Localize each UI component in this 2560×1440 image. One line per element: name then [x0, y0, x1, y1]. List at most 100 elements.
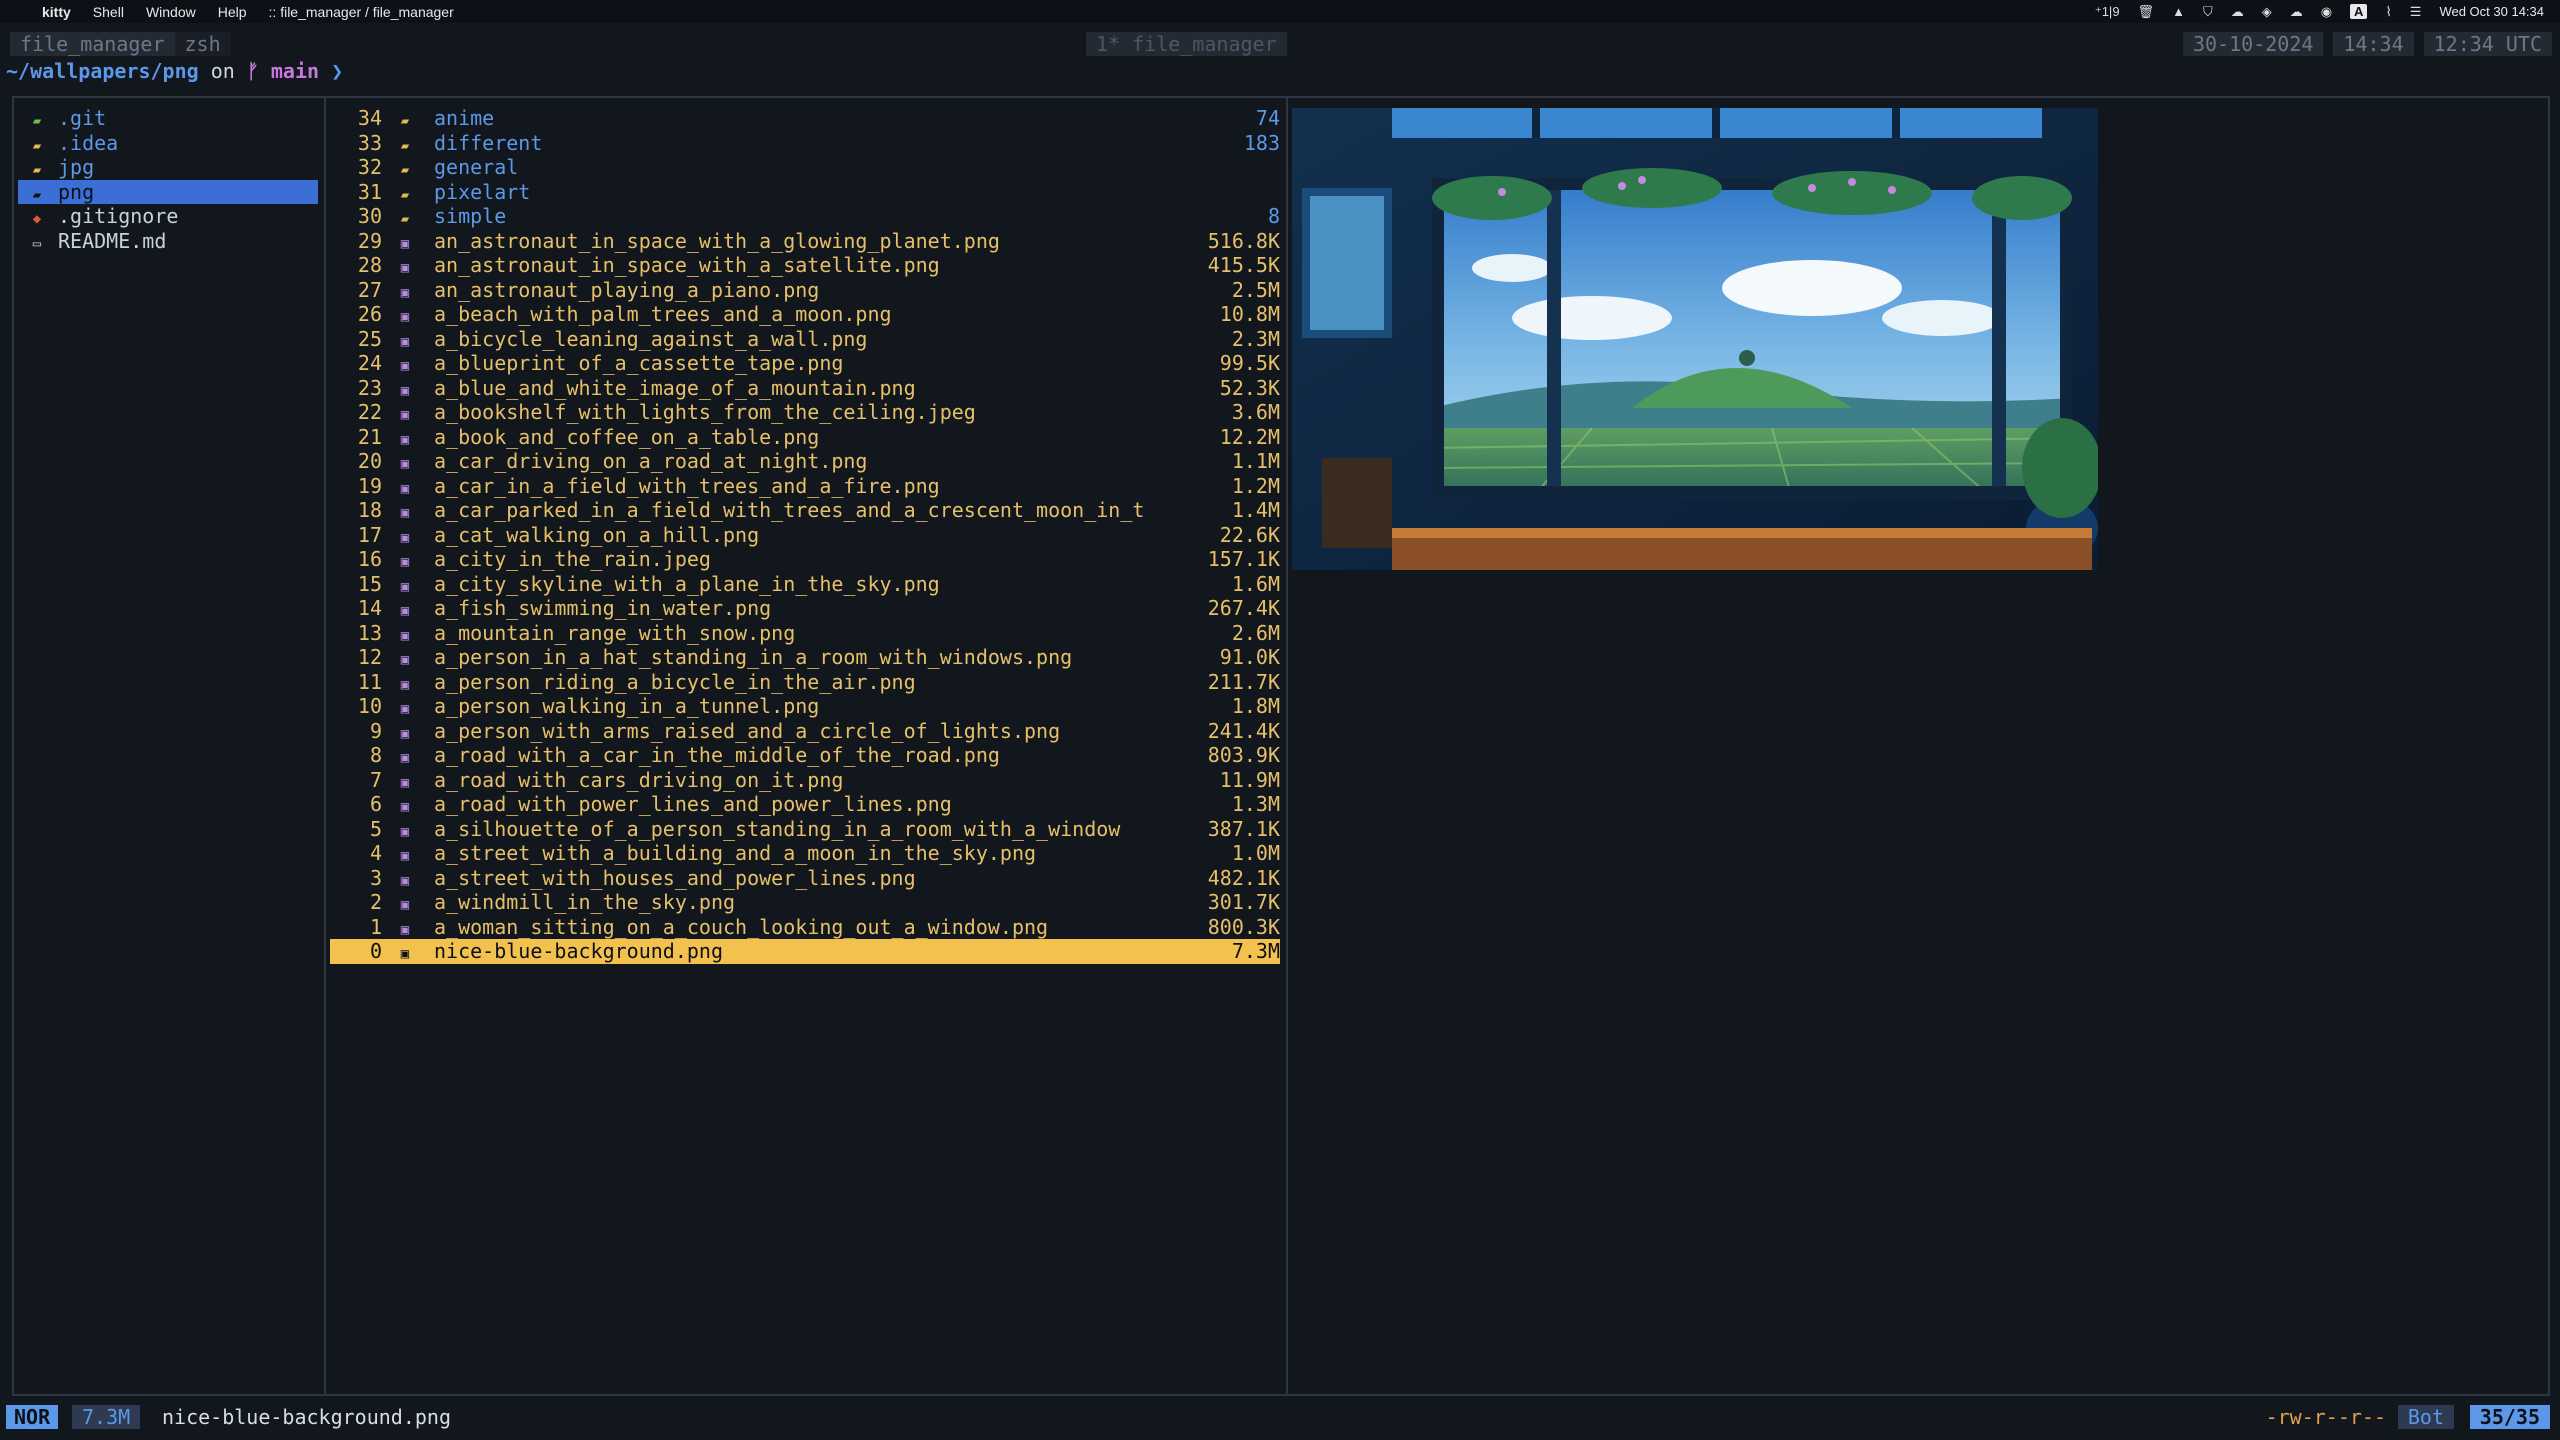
folder-icon: ▰ [400, 211, 410, 227]
file-entry[interactable]: 28 ▣ an_astronaut_in_space_with_a_satellit… [330, 253, 1280, 278]
file-entry[interactable]: 14 ▣ a_fish_swimming_in_water.png 267.4K [330, 596, 1280, 621]
entry-size: 10.8M [1215, 302, 1280, 327]
file-entry[interactable]: 4 ▣ a_street_with_a_building_and_a_moon_in… [330, 841, 1280, 866]
file-entry[interactable]: 22 ▣ a_bookshelf_with_lights_from_the_ceil… [330, 400, 1280, 425]
cloud-icon[interactable]: ☁ [2231, 4, 2244, 20]
workspace-indicator[interactable]: ⁺1|9 [2095, 4, 2120, 20]
folder-icon: ▰ [400, 162, 410, 178]
wifi-off-icon[interactable]: ⌇ [2385, 4, 2391, 20]
entry-size: 2.5M [1227, 277, 1280, 302]
entry-name: a_city_in_the_rain.jpeg [434, 547, 711, 571]
file-entry[interactable]: 11 ▣ a_person_riding_a_bicycle_in_the_air.… [330, 669, 1280, 694]
file-entry[interactable]: 26 ▣ a_beach_with_palm_trees_and_a_moon.pn… [330, 302, 1280, 327]
image-file-icon: ▣ [400, 823, 410, 840]
parent-list-item-label: jpg [58, 155, 95, 179]
file-entry[interactable]: 1 ▣ a_woman_sitting_on_a_couch_looking_out… [330, 914, 1280, 939]
menu-shell[interactable]: Shell [93, 4, 124, 20]
record-icon[interactable]: ◉ [2321, 4, 2332, 20]
parent-list-item[interactable]: ◆ .gitignore [18, 204, 318, 229]
file-entry[interactable]: 18 ▣ a_car_parked_in_a_field_with_trees_an… [330, 498, 1280, 523]
entry-size: 91.0K [1215, 645, 1280, 670]
input-source-icon[interactable]: A [2350, 4, 2368, 19]
parent-list-item[interactable]: ▰ .idea [18, 131, 318, 156]
image-file-icon: ▣ [400, 676, 410, 693]
line-number: 12 [357, 645, 382, 669]
parent-list-item[interactable]: ▰ jpg [18, 155, 318, 180]
parent-list-item-label: .gitignore [58, 204, 179, 228]
line-number: 30 [357, 204, 382, 228]
directory-entry[interactable]: 31 ▰ pixelart [330, 180, 1280, 205]
line-number: 11 [357, 669, 382, 694]
file-entry[interactable]: 13 ▣ a_mountain_range_with_snow.png 2.6M [330, 620, 1280, 645]
file-entry[interactable]: 7 ▣ a_road_with_cars_driving_on_it.png 11.9… [330, 767, 1280, 792]
tmux-session-tab-file-manager[interactable]: file_manager [10, 32, 175, 56]
file-entry[interactable]: 8 ▣ a_road_with_a_car_in_the_middle_of_the… [330, 743, 1280, 768]
entry-size: 1.3M [1227, 792, 1280, 817]
image-preview [1292, 108, 2098, 570]
line-number: 17 [357, 522, 382, 547]
entry-name: pixelart [434, 179, 531, 204]
entry-size: 415.5K [1203, 253, 1280, 278]
entry-size: 1.0M [1227, 841, 1280, 866]
directory-entry[interactable]: 32 ▰ general [330, 155, 1280, 180]
file-entry[interactable]: 27 ▣ an_astronaut_playing_a_piano.png 2.5M [330, 277, 1280, 302]
directory-entry[interactable]: 34 ▰ anime 74 [330, 106, 1280, 131]
dropbox-icon[interactable]: ◈ [2262, 4, 2272, 20]
directory-entry[interactable]: 30 ▰ simple 8 [330, 204, 1280, 229]
triangle-icon[interactable]: ▲ [2172, 4, 2185, 19]
menu-window[interactable]: Window [146, 4, 196, 20]
file-entry[interactable]: 12 ▣ a_person_in_a_hat_standing_in_a_room_… [330, 645, 1280, 670]
file-entry[interactable]: 24 ▣ a_blueprint_of_a_cassette_tape.png 99.… [330, 351, 1280, 376]
file-entry[interactable]: 5 ▣ a_silhouette_of_a_person_standing_in_a… [330, 816, 1280, 841]
menubar: kitty Shell Window Help :: file_manager … [0, 0, 2560, 23]
line-number: 16 [357, 547, 382, 571]
parent-list-item[interactable]: ▭ README.md [18, 229, 318, 254]
tmux-window-tab[interactable]: 1* file_manager [1086, 32, 1287, 56]
file-entry[interactable]: 29 ▣ an_astronaut_in_space_with_a_glowing_… [330, 228, 1280, 253]
file-entry[interactable]: 19 ▣ a_car_in_a_field_with_trees_and_a_fir… [330, 473, 1280, 498]
entry-size: 516.8K [1203, 228, 1280, 253]
trash-icon[interactable]: 🗑 [2138, 4, 2155, 20]
parent-list-item[interactable]: ▰ png [18, 179, 318, 204]
file-entry[interactable]: 21 ▣ a_book_and_coffee_on_a_table.png 12.2M [330, 424, 1280, 449]
entry-size: 157.1K [1203, 547, 1280, 572]
image-file-icon: ▣ [400, 848, 410, 864]
prompt-branch: main [270, 59, 320, 83]
image-file-icon: ▣ [400, 235, 410, 252]
shield-icon[interactable]: ⛉ [2203, 4, 2213, 20]
image-file-icon: ▣ [400, 799, 410, 815]
file-entry[interactable]: 20 ▣ a_car_driving_on_a_road_at_night.png 1… [330, 449, 1280, 474]
menu-help[interactable]: Help [218, 4, 247, 20]
line-number: 19 [357, 473, 382, 498]
file-entry[interactable]: 23 ▣ a_blue_and_white_image_of_a_mountain.… [330, 375, 1280, 400]
file-entry[interactable]: 0 ▣ nice-blue-background.png 7.3M [330, 939, 1280, 964]
entry-name: a_person_walking_in_a_tunnel.png [434, 694, 820, 718]
control-center-icon[interactable]: ☰ [2410, 4, 2422, 20]
entry-size: 800.3K [1203, 914, 1280, 939]
file-entry[interactable]: 15 ▣ a_city_skyline_with_a_plane_in_the_sk… [330, 571, 1280, 596]
entry-name: a_street_with_a_building_and_a_moon_in_t… [434, 841, 1037, 865]
image-file-icon: ▣ [400, 872, 410, 889]
file-entry[interactable]: 17 ▣ a_cat_walking_on_a_hill.png 22.6K [330, 522, 1280, 547]
tmux-session-tab-zsh[interactable]: zsh [174, 32, 231, 56]
menu-app-name[interactable]: kitty [42, 4, 71, 20]
file-entry[interactable]: 10 ▣ a_person_walking_in_a_tunnel.png 1.8M [330, 694, 1280, 719]
directory-entry[interactable]: 33 ▰ different 183 [330, 130, 1280, 155]
parent-list-item[interactable]: ▰ .git [18, 106, 318, 131]
status-file-size: 7.3M [72, 1405, 141, 1429]
image-file-icon: ▣ [400, 284, 410, 301]
menubar-clock[interactable]: Wed Oct 30 14:34 [2439, 4, 2544, 19]
line-number: 32 [357, 155, 382, 179]
file-entry[interactable]: 3 ▣ a_street_with_houses_and_power_lines.p… [330, 865, 1280, 890]
line-number: 5 [369, 816, 382, 841]
file-entry[interactable]: 25 ▣ a_bicycle_leaning_against_a_wall.png 2… [330, 326, 1280, 351]
folder-icon: ▰ [400, 113, 410, 129]
line-number: 13 [357, 620, 382, 645]
image-file-icon: ▣ [400, 627, 410, 644]
cloud-sync-icon[interactable]: ☁ [2290, 4, 2303, 20]
entry-name: a_person_in_a_hat_standing_in_a_room_wit… [434, 645, 1073, 669]
file-entry[interactable]: 9 ▣ a_person_with_arms_raised_and_a_circle… [330, 718, 1280, 743]
file-entry[interactable]: 16 ▣ a_city_in_the_rain.jpeg 157.1K [330, 547, 1280, 572]
file-entry[interactable]: 6 ▣ a_road_with_power_lines_and_power_line… [330, 792, 1280, 817]
file-entry[interactable]: 2 ▣ a_windmill_in_the_sky.png 301.7K [330, 890, 1280, 915]
